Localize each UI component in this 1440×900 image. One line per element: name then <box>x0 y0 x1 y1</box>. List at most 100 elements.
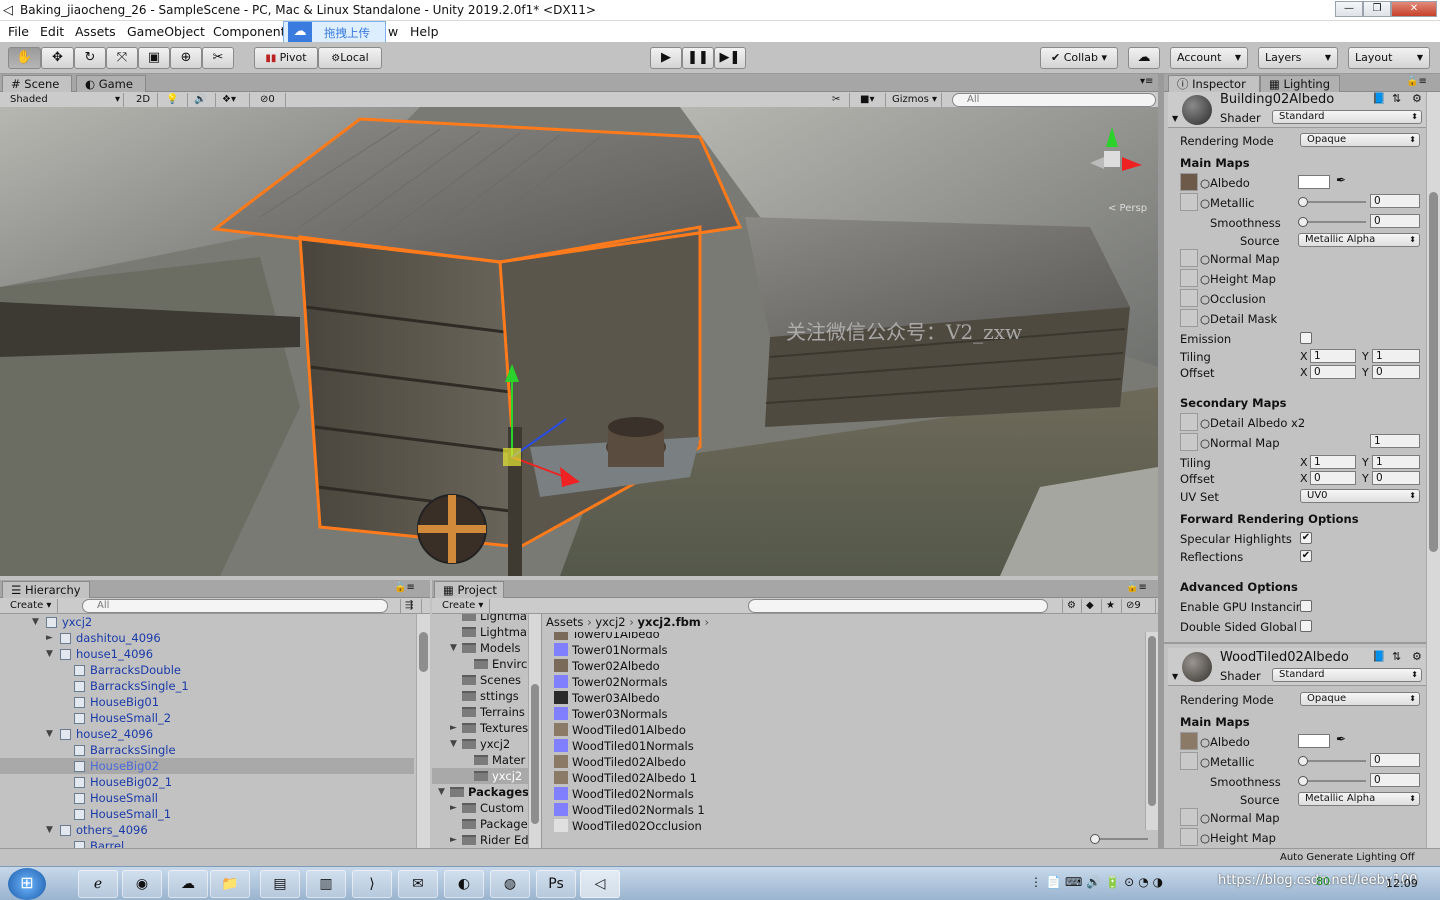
secondary-tiling-x-field[interactable]: 1 <box>1310 455 1356 469</box>
rotate-tool-button[interactable]: ↻ <box>74 47 106 69</box>
foldout-arrow-icon[interactable]: ▼ <box>438 784 445 800</box>
inspector-scrollbar[interactable] <box>1426 92 1440 848</box>
menu-component[interactable]: Component <box>213 24 286 39</box>
specular-highlights-checkbox[interactable]: ✔ <box>1300 532 1312 544</box>
hierarchy-create-dropdown[interactable]: Create ▾ <box>6 599 58 613</box>
foldout-arrow-icon[interactable]: ▼ <box>450 736 457 752</box>
offset-x-field[interactable]: 0 <box>1310 365 1356 379</box>
collab-button[interactable]: ✔ Collab ▾ <box>1040 47 1118 69</box>
app-taskbar-icon[interactable]: ▥ <box>306 870 346 898</box>
shading-mode-dropdown[interactable]: Shaded ▾ <box>6 93 124 107</box>
rect-tool-button[interactable]: ▣ <box>138 47 170 69</box>
play-button[interactable]: ▶ <box>650 47 682 69</box>
tab-lighting[interactable]: ▦ Lighting <box>1260 75 1340 92</box>
icon-size-slider[interactable] <box>1090 834 1148 844</box>
secondary-offset-x-field[interactable]: 0 <box>1310 471 1356 485</box>
hierarchy-row[interactable]: ▼ others_4096 <box>0 822 414 838</box>
project-tree-item[interactable]: ► Textures <box>432 720 528 736</box>
hierarchy-row[interactable]: ▼ house1_4096 <box>0 646 414 662</box>
albedo-texture-slot[interactable] <box>1180 732 1198 750</box>
app-taskbar-icon[interactable]: ◐ <box>444 870 484 898</box>
tiling-x-field[interactable]: 1 <box>1310 349 1356 363</box>
scale-tool-button[interactable]: ⤧ <box>106 47 138 69</box>
tab-scene[interactable]: # Scene <box>2 75 72 92</box>
project-tree-item[interactable]: ► Custom <box>432 800 528 816</box>
foldout-arrow-icon[interactable]: ► <box>46 630 53 646</box>
project-tree-item[interactable]: Lightmap <box>432 624 534 640</box>
project-create-dropdown[interactable]: Create ▾ <box>438 599 490 613</box>
project-file-item[interactable]: WoodTiled01Normals <box>554 738 694 754</box>
smoothness-slider[interactable] <box>1298 217 1366 227</box>
foldout-arrow-icon[interactable]: ▼ <box>1172 114 1178 123</box>
unity-taskbar-icon[interactable]: ◁ <box>580 870 620 898</box>
minimize-button[interactable]: — <box>1335 1 1363 17</box>
project-search-input[interactable] <box>748 599 1048 613</box>
eyedropper-icon[interactable]: ✒ <box>1336 173 1346 187</box>
photoshop-taskbar-icon[interactable]: Ps <box>536 870 576 898</box>
audio-toggle-icon[interactable]: 🔊 <box>190 93 216 107</box>
preset-icon[interactable]: ⇅ <box>1392 92 1401 105</box>
project-file-item[interactable]: Tower03Normals <box>554 706 668 722</box>
panel-lock-icon[interactable]: 🔒≡ <box>394 582 415 593</box>
cloud-app-taskbar-icon[interactable]: ☁ <box>168 870 208 898</box>
hierarchy-search-input[interactable]: All <box>82 599 388 613</box>
normal-map-slot[interactable] <box>1180 249 1198 267</box>
label-filter-icon[interactable]: ◆ <box>1082 599 1102 613</box>
hierarchy-row[interactable]: Barrel <box>0 838 414 848</box>
foldout-arrow-icon[interactable]: ▼ <box>32 614 39 630</box>
gear-icon[interactable]: ⚙ <box>1412 92 1422 105</box>
scene-viewport[interactable]: < Persp 关注微信公众号：V2_zxw <box>0 107 1158 576</box>
project-tree-item[interactable]: Lightmaps <box>432 614 540 624</box>
help-book-icon[interactable]: 📘 <box>1372 92 1386 105</box>
scene-search-input[interactable]: All <box>952 93 1156 107</box>
hierarchy-row[interactable]: HouseSmall_2 <box>0 710 414 726</box>
project-file-item[interactable]: Tower03Albedo <box>554 690 660 706</box>
height-map-slot[interactable] <box>1180 269 1198 287</box>
shader-dropdown[interactable]: Standard <box>1272 668 1422 682</box>
upload-overlay[interactable]: ☁ 拖拽上传 <box>283 21 386 43</box>
hierarchy-row[interactable]: HouseSmall_1 <box>0 806 414 822</box>
albedo-color-field[interactable] <box>1298 175 1330 189</box>
secondary-normal-slot[interactable] <box>1180 433 1198 451</box>
foldout-arrow-icon[interactable]: ▼ <box>1172 672 1178 681</box>
metallic-slider[interactable] <box>1298 756 1366 766</box>
layout-dropdown[interactable]: Layout ▼ <box>1348 47 1430 69</box>
hierarchy-row[interactable]: HouseBig01 <box>0 694 414 710</box>
gpu-instancing-checkbox[interactable] <box>1300 600 1312 612</box>
project-tree-item[interactable]: ▼ Models <box>432 640 528 656</box>
local-toggle[interactable]: ⚙Local <box>318 47 382 69</box>
gizmos-dropdown[interactable]: Gizmos ▾ <box>888 93 942 107</box>
lighting-toggle-icon[interactable]: 💡 <box>162 93 188 107</box>
account-dropdown[interactable]: Account ▼ <box>1170 47 1248 69</box>
normal-map-slot[interactable] <box>1180 808 1198 826</box>
breadcrumb-item[interactable]: Assets <box>546 615 583 629</box>
cloud-button[interactable]: ☁ <box>1128 47 1160 69</box>
secondary-normal-scale-field[interactable]: 1 <box>1370 434 1420 448</box>
hidden-objects-button[interactable]: ⊘0 <box>256 93 286 107</box>
panel-menu-icon[interactable]: ▾≡ <box>1140 76 1153 87</box>
close-button[interactable]: ✕ <box>1391 1 1437 17</box>
ie-taskbar-icon[interactable]: ℯ <box>78 870 118 898</box>
smoothness-source-dropdown[interactable]: Metallic Alpha <box>1298 233 1420 247</box>
height-map-slot[interactable] <box>1180 828 1198 846</box>
filter-icon[interactable]: ⇶ <box>400 599 422 613</box>
hierarchy-row[interactable]: BarracksSingle_1 <box>0 678 414 694</box>
menu-edit[interactable]: Edit <box>40 24 64 39</box>
hierarchy-row[interactable]: HouseBig02 <box>0 758 414 774</box>
foldout-arrow-icon[interactable]: ► <box>450 720 457 736</box>
foldout-arrow-icon[interactable]: ▼ <box>46 822 53 838</box>
menu-window[interactable]: w <box>388 24 398 39</box>
breadcrumb-item[interactable]: yxcj2.fbm <box>638 615 701 629</box>
project-tree-item[interactable]: Package <box>432 816 528 832</box>
double-sided-checkbox[interactable] <box>1300 620 1312 632</box>
project-tree-item[interactable]: Mater <box>432 752 528 768</box>
rendering-mode-dropdown[interactable]: Opaque <box>1300 133 1420 147</box>
hierarchy-row[interactable]: BarracksSingle <box>0 742 414 758</box>
menu-gameobject[interactable]: GameObject <box>127 24 205 39</box>
project-tree-item[interactable]: yxcj2 <box>432 768 528 784</box>
app-taskbar-icon[interactable]: ◍ <box>490 870 530 898</box>
project-tree-item[interactable]: ► Rider Ed <box>432 832 529 848</box>
app-taskbar-icon[interactable]: ✉ <box>398 870 438 898</box>
smoothness-slider[interactable] <box>1298 776 1366 786</box>
project-file-item[interactable]: Tower02Albedo <box>554 658 660 674</box>
